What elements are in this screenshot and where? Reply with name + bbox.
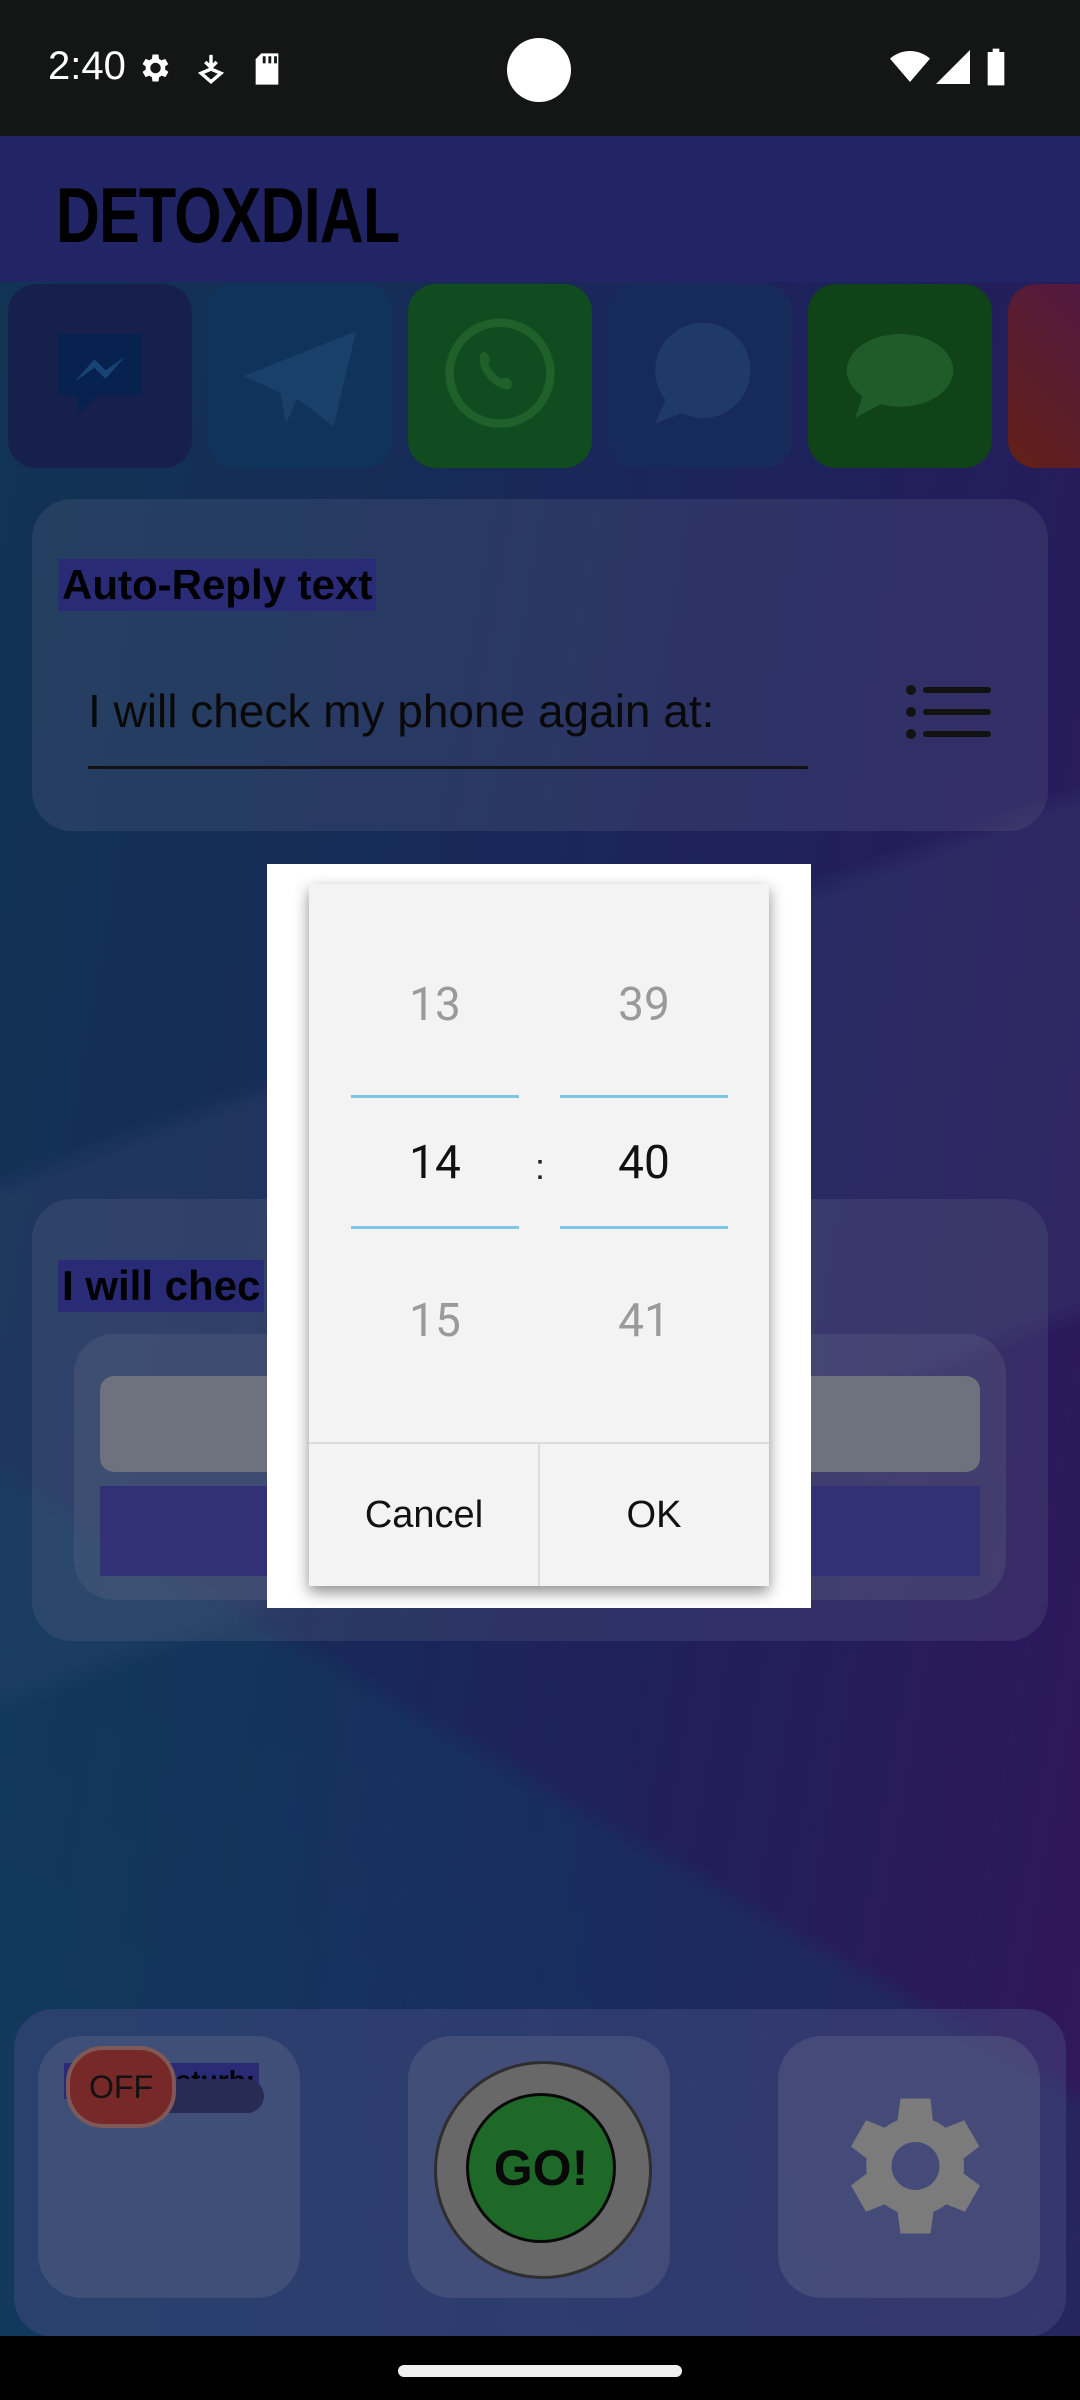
minute-divider-top — [560, 1095, 728, 1098]
camera-cutout — [507, 38, 571, 102]
minute-selected[interactable]: 40 — [559, 1136, 729, 1190]
cancel-button[interactable]: Cancel — [311, 1444, 537, 1586]
ok-button[interactable]: OK — [540, 1444, 768, 1586]
minute-next[interactable]: 41 — [559, 1294, 729, 1348]
signal-icon — [936, 50, 970, 84]
home-gesture-handle[interactable] — [398, 2365, 682, 2377]
download-icon — [197, 54, 225, 84]
minute-previous[interactable]: 39 — [559, 978, 729, 1032]
hour-previous[interactable]: 13 — [350, 978, 520, 1032]
status-bar: 2:40 — [0, 0, 1080, 136]
wifi-icon — [890, 51, 930, 82]
sd-card-icon — [255, 53, 279, 85]
status-time: 2:40 — [48, 44, 126, 88]
hour-divider-top — [351, 1095, 519, 1098]
minute-divider-bottom — [560, 1226, 728, 1229]
settings-icon — [142, 54, 169, 82]
time-separator: : — [535, 1146, 546, 1187]
hour-next[interactable]: 15 — [350, 1294, 520, 1348]
hour-selected[interactable]: 14 — [350, 1136, 520, 1190]
hour-divider-bottom — [351, 1226, 519, 1229]
battery-icon — [987, 48, 1005, 86]
